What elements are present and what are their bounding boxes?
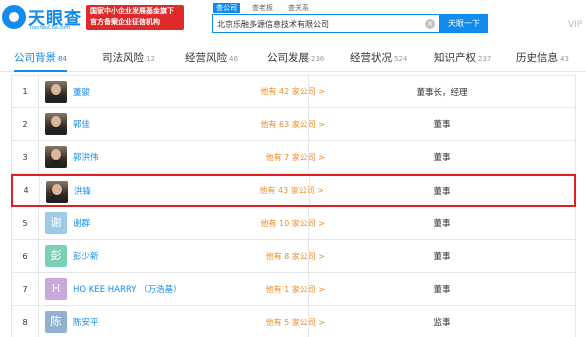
- avatar[interactable]: [45, 146, 67, 168]
- role-text: 董事: [433, 153, 451, 163]
- row-number: 1: [12, 76, 39, 107]
- row-number: 3: [12, 141, 39, 173]
- tab-business-risk[interactable]: 经营风险 46: [185, 50, 238, 72]
- search-tab-company[interactable]: 查公司: [213, 3, 240, 13]
- row-number: 2: [12, 108, 39, 140]
- table-row: 7 H HO KEE HARRY （万浩基） 他有 1 家公司 > 董事: [11, 273, 576, 306]
- role-text: 监事: [433, 318, 451, 328]
- tab-count: 12: [146, 55, 155, 63]
- person-name-link[interactable]: 陈安平: [73, 306, 99, 337]
- person-name-link[interactable]: 洪锋: [74, 176, 91, 205]
- logo-domain: TianYanCha.com: [29, 25, 71, 31]
- search-tab-relation[interactable]: 查关系: [285, 3, 312, 13]
- search-button[interactable]: 天眼一下: [440, 14, 488, 33]
- person-name-link[interactable]: 董骏: [73, 76, 90, 107]
- table-row: 6 彭 彭少新 他有 8 家公司 > 董事: [11, 240, 576, 273]
- search-tabs: 查公司 查老板 查关系: [213, 3, 321, 13]
- table-row-highlighted: 4 洪锋 他有 43 家公司 > 董事: [11, 174, 576, 207]
- tab-label: 历史信息: [516, 52, 558, 64]
- tab-label: 公司发展: [267, 52, 309, 64]
- section-tabs: 公司背景 84 司法风险 12 经营风险 46 公司发展 236 经营状况 524 知识产…: [0, 44, 586, 72]
- person-name-link[interactable]: 郭佳: [73, 108, 90, 140]
- avatar[interactable]: [46, 181, 68, 203]
- person-name-link[interactable]: HO KEE HARRY （万浩基）: [73, 273, 182, 305]
- role-text: 董事: [433, 186, 451, 197]
- tab-count: 84: [58, 55, 67, 63]
- person-name-link[interactable]: 彭少新: [73, 240, 99, 272]
- tab-count: 236: [311, 55, 325, 63]
- person-name-link[interactable]: 谢群: [73, 207, 90, 239]
- tab-label: 经营状况: [350, 52, 392, 64]
- tab-count: 46: [229, 55, 238, 63]
- eye-logo-icon: [2, 5, 26, 29]
- banner-line-2: 官方备案企业征信机构: [90, 18, 160, 26]
- vip-link[interactable]: VIP: [568, 20, 582, 30]
- role-text: 董事: [433, 285, 451, 295]
- row-number: 8: [12, 306, 39, 337]
- avatar[interactable]: [45, 113, 67, 135]
- avatar[interactable]: H: [45, 278, 67, 300]
- tab-intellectual-property[interactable]: 知识产权 237: [434, 50, 491, 72]
- tab-company-background[interactable]: 公司背景 84: [14, 50, 67, 72]
- tab-legal-risk[interactable]: 司法风险 12: [102, 50, 155, 72]
- table-row: 5 谢 谢群 他有 10 家公司 > 董事: [11, 207, 576, 240]
- tab-operations[interactable]: 经营状况 524: [350, 50, 407, 72]
- search-tab-boss[interactable]: 查老板: [249, 3, 276, 13]
- table-row: 1 董骏 他有 42 家公司 > 董事长，经理: [11, 75, 576, 108]
- row-number: 4: [13, 176, 40, 205]
- avatar[interactable]: 陈: [45, 311, 67, 333]
- role-text: 董事长，经理: [416, 87, 468, 98]
- person-name-link[interactable]: 郭洪伟: [73, 141, 99, 173]
- tab-label: 经营风险: [185, 52, 227, 64]
- logo[interactable]: 天眼查 TianYanCha.com: [2, 4, 86, 34]
- role-text: 董事: [433, 219, 451, 229]
- avatar[interactable]: 谢: [45, 212, 67, 234]
- banner-line-1: 国家中小企业发展基金旗下: [90, 7, 174, 15]
- avatar[interactable]: 彭: [45, 245, 67, 267]
- tab-count: 524: [394, 55, 408, 63]
- role-text: 董事: [433, 252, 451, 262]
- table-row: 2 郭佳 他有 63 家公司 > 董事: [11, 108, 576, 141]
- role-text: 董事: [433, 120, 451, 130]
- row-number: 6: [12, 240, 39, 272]
- official-banner: 国家中小企业发展基金旗下 官方备案企业征信机构: [86, 5, 184, 30]
- row-number: 5: [12, 207, 39, 239]
- close-circle-icon[interactable]: ×: [425, 19, 435, 29]
- tab-history[interactable]: 历史信息 43: [516, 50, 569, 72]
- tab-label: 公司背景: [14, 52, 56, 64]
- avatar[interactable]: [45, 81, 67, 103]
- search-value: 北京乐融多源信息技术有限公司: [217, 20, 329, 29]
- tab-count: 43: [560, 55, 569, 63]
- row-number: 7: [12, 273, 39, 305]
- tab-count: 237: [478, 55, 492, 63]
- search-input[interactable]: 北京乐融多源信息技术有限公司 ×: [212, 14, 440, 33]
- tab-company-development[interactable]: 公司发展 236: [267, 50, 324, 72]
- header: 天眼查 TianYanCha.com 国家中小企业发展基金旗下 官方备案企业征信…: [0, 0, 586, 38]
- table-row: 3 郭洪伟 他有 7 家公司 > 董事: [11, 141, 576, 174]
- tab-label: 司法风险: [102, 52, 144, 64]
- table-row: 8 陈 陈安平 他有 5 家公司 > 监事: [11, 306, 576, 337]
- tab-label: 知识产权: [434, 52, 476, 64]
